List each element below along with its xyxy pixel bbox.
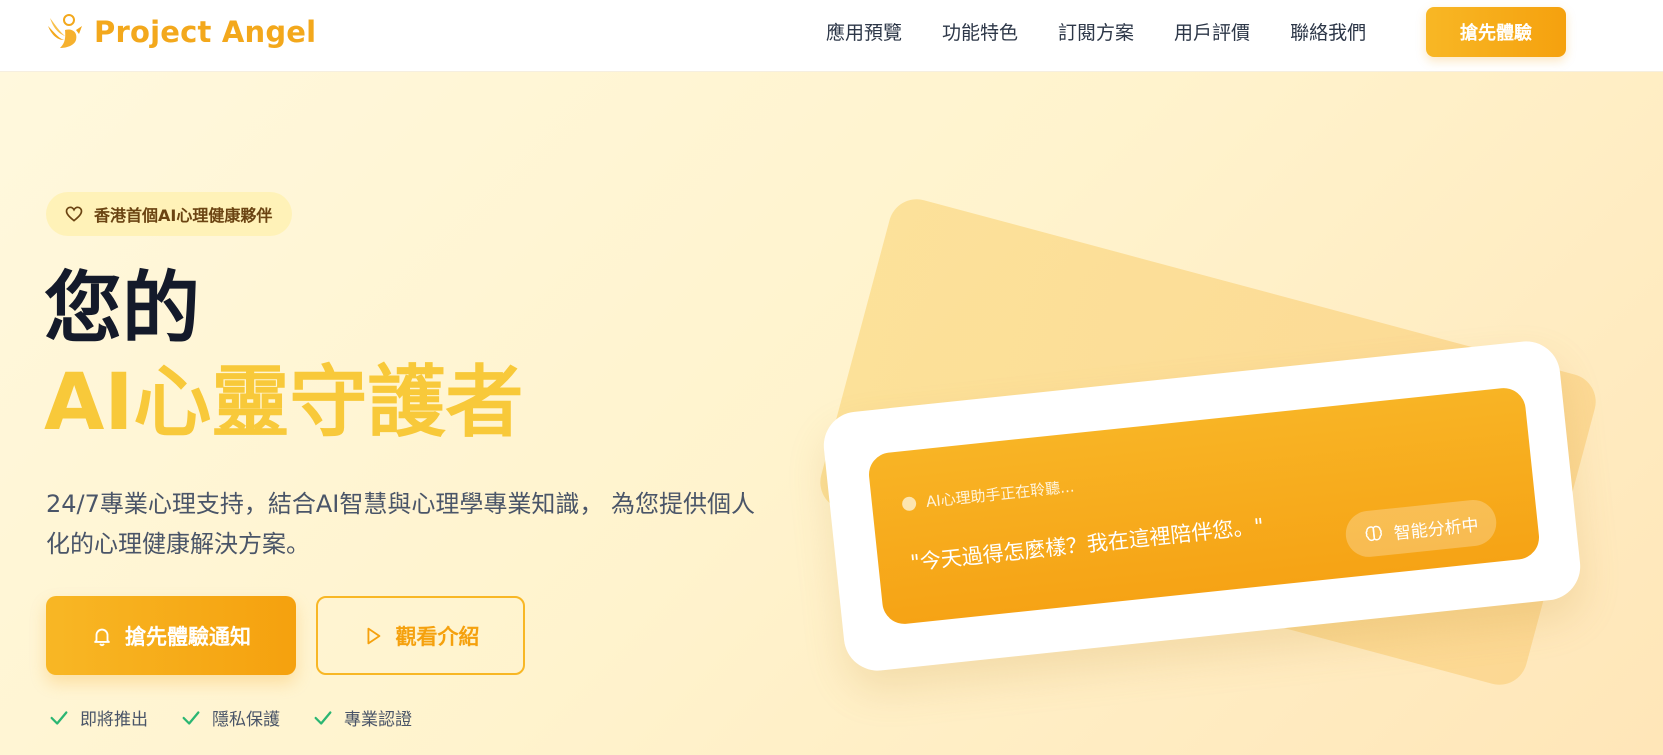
site-header: Project Angel 應用預覽 功能特色 訂閱方案 用戶評價 聯絡我們 搶… bbox=[0, 0, 1663, 72]
hero-badge: 香港首個AI心理健康夥伴 bbox=[46, 192, 293, 236]
hero-title-line2: AI心靈守護者 bbox=[44, 358, 524, 448]
feature-item: 專業認證 bbox=[312, 705, 412, 730]
check-icon bbox=[50, 710, 68, 725]
hero-section: 香港首個AI心理健康夥伴 您的 AI心靈守護者 24/7專業心理支持，結合AI智… bbox=[0, 72, 1663, 755]
nav-item-pricing[interactable]: 訂閱方案 bbox=[1058, 18, 1134, 48]
watch-intro-button[interactable]: 觀看介紹 bbox=[316, 596, 525, 675]
status-dot bbox=[901, 495, 917, 512]
hero-description: 24/7專業心理支持，結合AI智慧與心理學專業知識， 為您提供個人化的心理健康解… bbox=[46, 490, 756, 558]
logo[interactable]: Project Angel bbox=[46, 12, 316, 52]
badge-label: 香港首個AI心理健康夥伴 bbox=[94, 206, 273, 225]
check-icon bbox=[314, 710, 332, 725]
assistant-status-text: AI心理助手正在聆聽... bbox=[925, 477, 1076, 511]
brand-name: Project Angel bbox=[94, 15, 317, 49]
assistant-status: AI心理助手正在聆聽... bbox=[901, 476, 1075, 515]
analysis-chip: 智能分析中 bbox=[1343, 497, 1499, 560]
watch-intro-label: 觀看介紹 bbox=[395, 624, 480, 649]
analysis-chip-label: 智能分析中 bbox=[1392, 514, 1480, 544]
nav-item-features[interactable]: 功能特色 bbox=[942, 18, 1018, 48]
early-access-button[interactable]: 搶先體驗 bbox=[1426, 7, 1566, 57]
check-icon bbox=[182, 710, 200, 725]
brain-icon bbox=[1365, 525, 1382, 542]
nav-item-reviews[interactable]: 用戶評價 bbox=[1174, 18, 1250, 48]
heart-icon bbox=[65, 206, 83, 222]
feature-item: 即將推出 bbox=[48, 705, 148, 730]
notify-button-label: 搶先體驗通知 bbox=[125, 624, 251, 649]
feature-item: 隱私保護 bbox=[180, 705, 280, 730]
play-icon bbox=[367, 627, 380, 644]
feature-label: 即將推出 bbox=[80, 710, 148, 730]
angel-icon bbox=[48, 14, 82, 48]
bell-icon bbox=[94, 628, 110, 646]
assistant-quote: "今天過得怎麼樣？我在這裡陪伴您。" bbox=[909, 513, 1265, 575]
feature-list: 即將推出 隱私保護 專業認證 bbox=[48, 705, 444, 730]
nav-item-contact[interactable]: 聯絡我們 bbox=[1290, 18, 1366, 48]
feature-label: 隱私保護 bbox=[212, 710, 280, 730]
feature-label: 專業認證 bbox=[344, 710, 412, 730]
main-nav: 應用預覽 功能特色 訂閱方案 用戶評價 聯絡我們 bbox=[826, 18, 1406, 48]
nav-item-preview[interactable]: 應用預覽 bbox=[826, 18, 902, 48]
notify-button[interactable]: 搶先體驗通知 bbox=[46, 596, 296, 675]
hero-title-line1: 您的 bbox=[44, 264, 201, 354]
